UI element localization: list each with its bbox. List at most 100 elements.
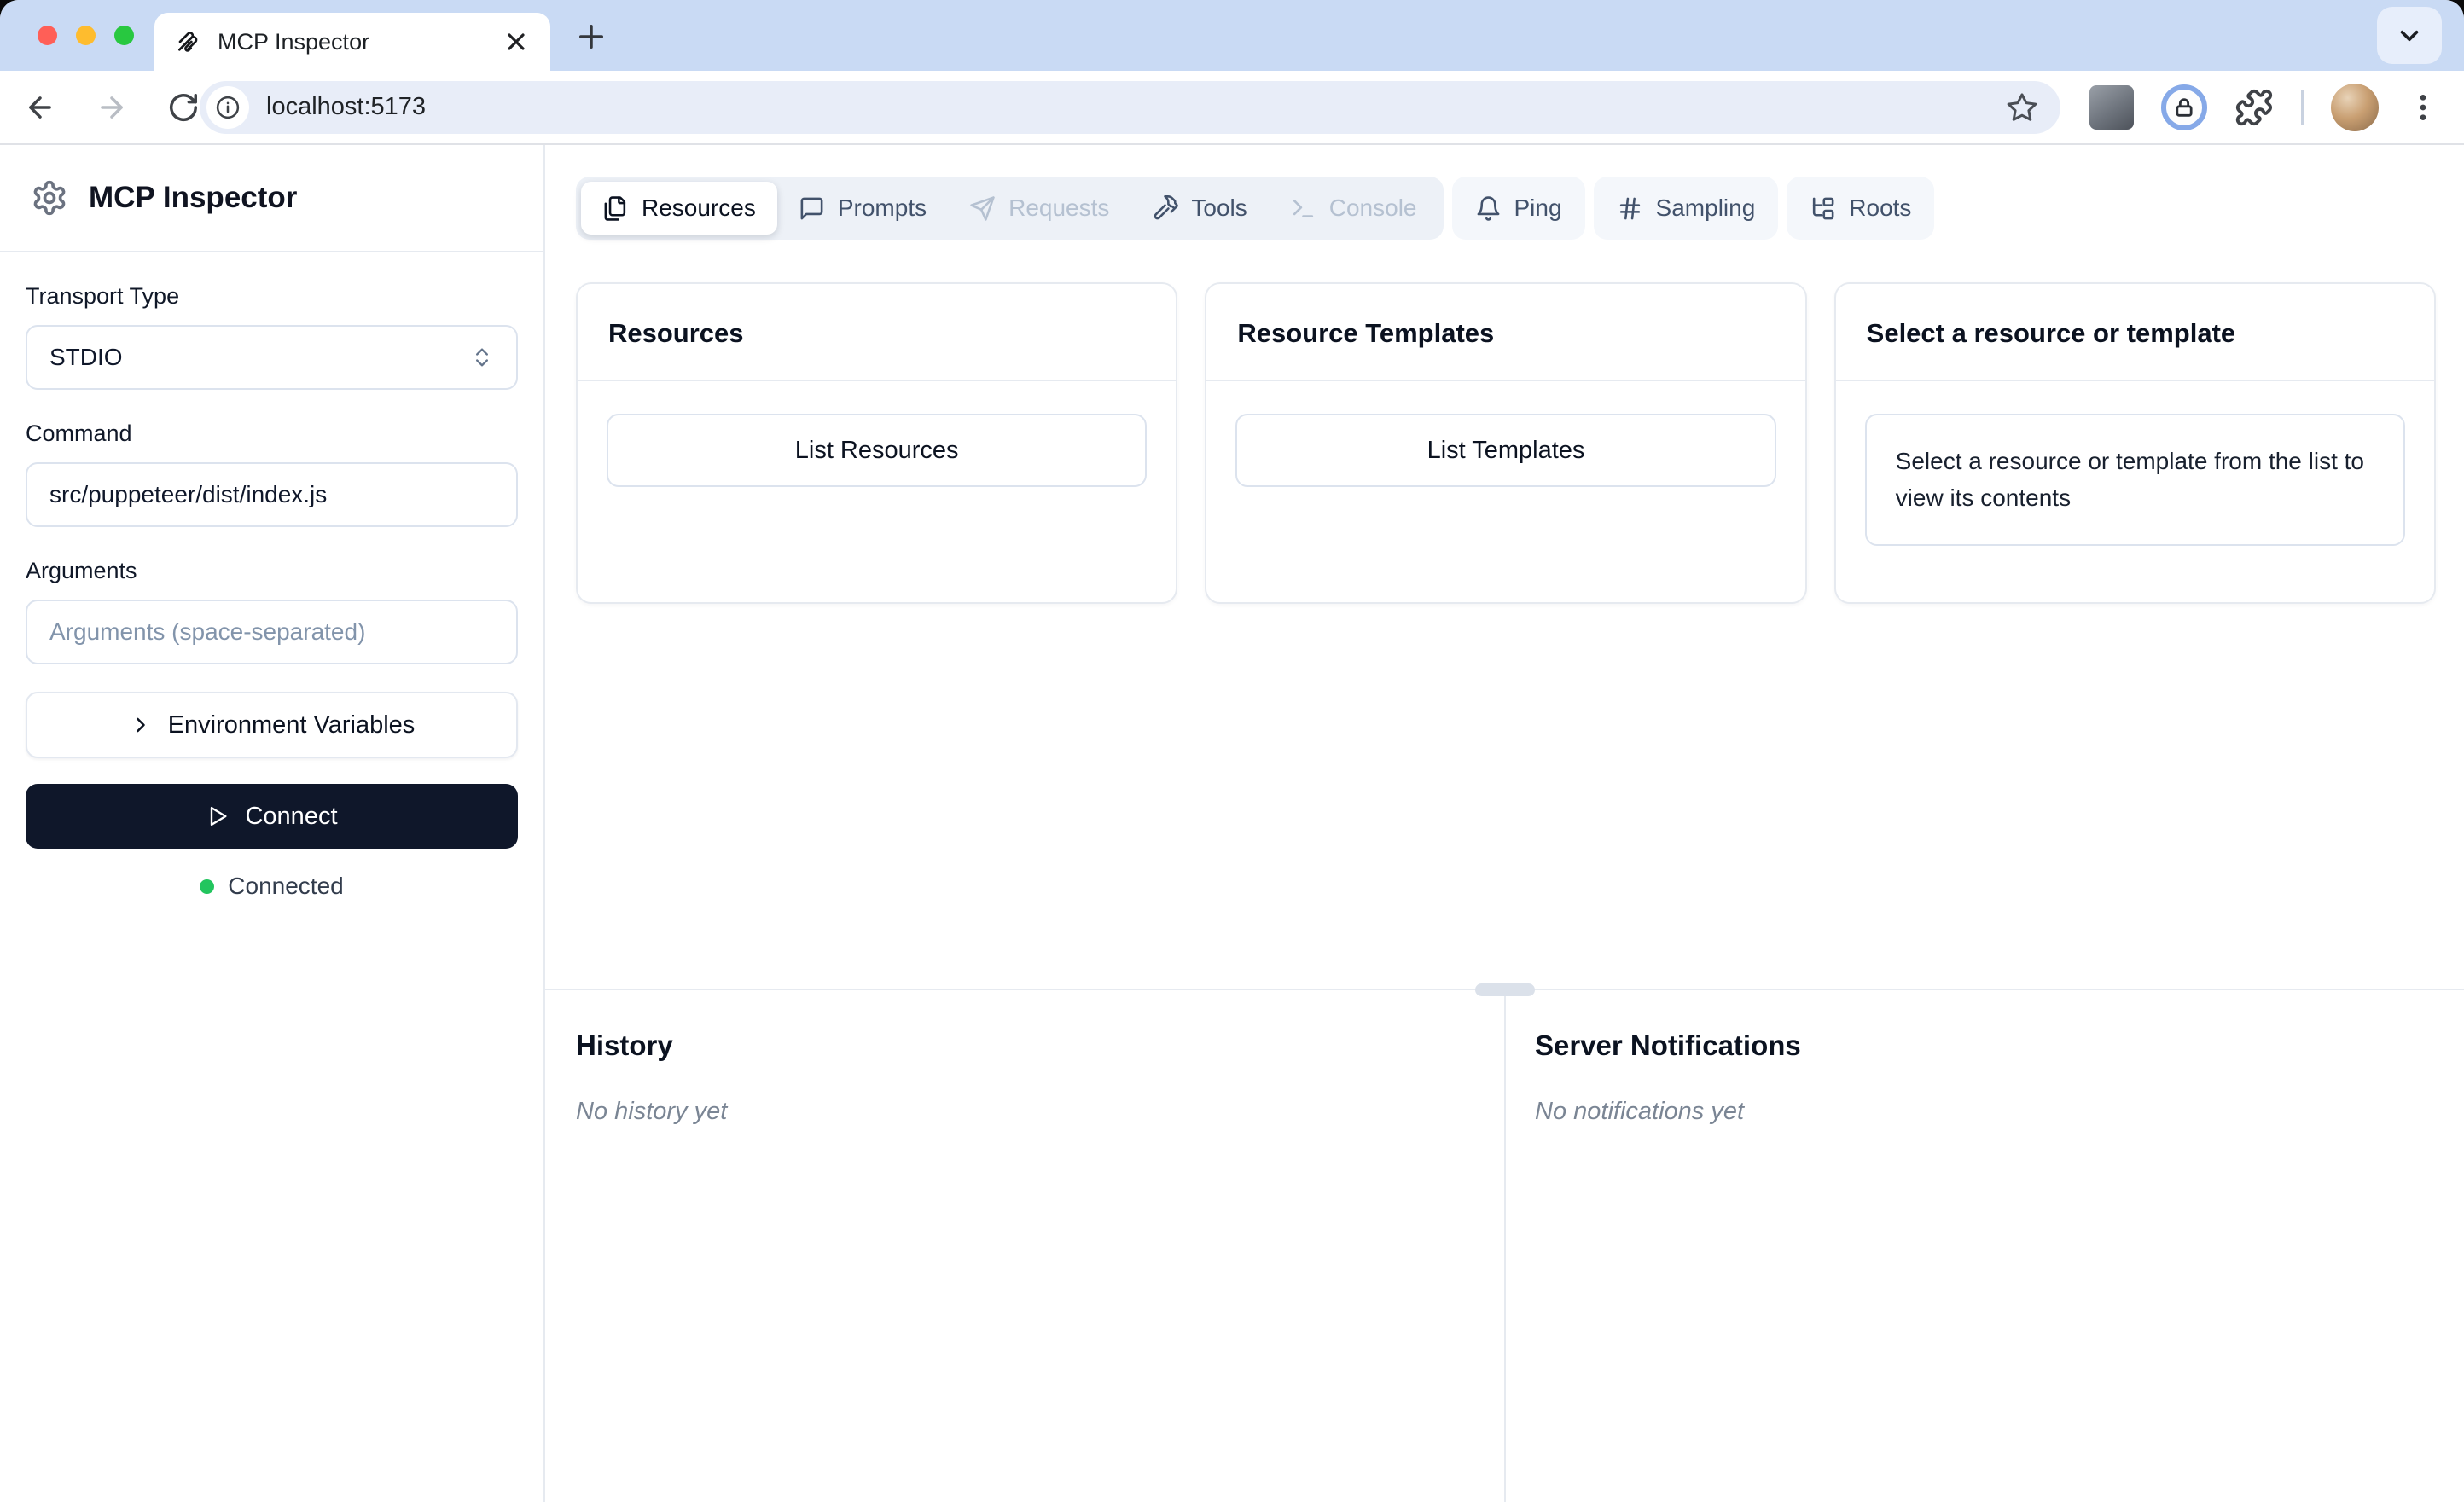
sidebar: MCP Inspector Transport Type STDIO Comma…: [0, 145, 545, 1502]
environment-variables-button[interactable]: Environment Variables: [26, 692, 518, 758]
command-input[interactable]: [26, 462, 518, 527]
status-dot-icon: [200, 879, 215, 894]
notifications-empty-text: No notifications yet: [1535, 1098, 1745, 1125]
toolbar-divider: [2301, 89, 2304, 125]
send-icon: [970, 195, 995, 221]
arguments-label: Arguments: [26, 558, 137, 583]
resource-templates-card-header: Resource Templates: [1206, 284, 1805, 381]
tab-label: Ping: [1514, 194, 1562, 221]
gear-icon: [33, 180, 66, 216]
transport-type-value: STDIO: [49, 344, 123, 370]
chevron-right-icon: [136, 717, 145, 733]
close-window-button[interactable]: [38, 26, 57, 45]
browser-menu-icon[interactable]: [2406, 90, 2440, 125]
browser-window: MCP Inspector localhost:5173 MCP Inspect…: [0, 0, 2464, 1502]
site-info-button[interactable]: [206, 85, 249, 129]
connect-label: Connect: [245, 802, 338, 830]
resource-templates-card-body: List Templates: [1206, 381, 1804, 543]
status-label: Connected: [228, 873, 344, 899]
tab-bar: Resources Prompts Requests Tools Console…: [576, 177, 2436, 240]
forward-icon[interactable]: [96, 91, 128, 124]
bookmark-star-icon[interactable]: [2006, 91, 2038, 124]
hammer-icon: [1154, 194, 1179, 219]
selection-card-title: Select a resource or template: [1866, 318, 2236, 348]
password-manager-icon[interactable]: [2161, 84, 2207, 130]
tab-label: Resources: [642, 194, 756, 221]
chevrons-up-down-icon: [476, 348, 488, 367]
mcp-inspector-app: MCP Inspector Transport Type STDIO Comma…: [0, 145, 2464, 1502]
main-area: Resources Prompts Requests Tools Console…: [545, 145, 2464, 1502]
window-controls: [38, 26, 134, 45]
transport-type-label: Transport Type: [26, 283, 180, 309]
resources-card: Resources List Resources: [576, 282, 1178, 604]
tab-roots[interactable]: Roots: [1787, 177, 1935, 240]
tab-tools[interactable]: Tools: [1130, 182, 1268, 235]
tab-requests[interactable]: Requests: [948, 182, 1130, 235]
connection-status: Connected: [26, 873, 518, 900]
selection-card-header: Select a resource or template: [1835, 284, 2434, 381]
tab-label: Roots: [1849, 194, 1912, 221]
main-top: Resources Prompts Requests Tools Console…: [545, 145, 2464, 989]
play-icon: [211, 806, 227, 826]
resource-templates-card-title: Resource Templates: [1237, 318, 1495, 348]
files-icon: [604, 195, 626, 221]
resources-card-title: Resources: [608, 318, 744, 348]
connect-button[interactable]: Connect: [26, 784, 518, 849]
profile-avatar[interactable]: [2331, 83, 2379, 131]
hash-icon: [1619, 197, 1640, 219]
tab-close-icon[interactable]: [503, 28, 530, 55]
transport-type-select[interactable]: STDIO: [26, 325, 518, 390]
tab-sampling[interactable]: Sampling: [1593, 177, 1779, 240]
cards-row: Resources List Resources Resource Templa…: [576, 282, 2436, 604]
zoom-window-button[interactable]: [114, 26, 134, 45]
browser-toolbar: localhost:5173: [0, 71, 2464, 145]
message-square-icon: [800, 197, 823, 219]
extensions-puzzle-icon[interactable]: [2234, 88, 2274, 127]
tab-resources[interactable]: Resources: [581, 182, 777, 235]
sidebar-header: MCP Inspector: [0, 145, 543, 252]
bell-icon: [1477, 195, 1499, 221]
chevron-down-icon: [2400, 30, 2419, 41]
selection-card-body: Select a resource or template from the l…: [1836, 381, 2434, 602]
notifications-title: Server Notifications: [1535, 1029, 1801, 1061]
info-icon: [216, 96, 240, 119]
notifications-panel: Server Notifications No notifications ye…: [1504, 990, 2464, 1502]
tab-label: Console: [1328, 194, 1417, 221]
resources-card-header: Resources: [578, 284, 1177, 381]
history-panel: History No history yet: [545, 990, 1504, 1502]
tab-label: Sampling: [1655, 194, 1756, 221]
browser-tab[interactable]: MCP Inspector: [154, 13, 550, 71]
url-text[interactable]: localhost:5173: [266, 93, 426, 121]
bottom-panels: History No history yet Server Notificati…: [545, 983, 2464, 1502]
reload-icon[interactable]: [167, 91, 200, 124]
address-bar[interactable]: localhost:5173: [200, 80, 2060, 134]
extensions-area: [2089, 83, 2440, 131]
new-tab-button[interactable]: [573, 19, 609, 55]
app-title: MCP Inspector: [89, 181, 298, 214]
extension-photo-icon[interactable]: [2089, 84, 2134, 130]
back-icon[interactable]: [24, 91, 56, 124]
browser-tab-title: MCP Inspector: [218, 28, 370, 55]
selection-placeholder-box: Select a resource or template from the l…: [1864, 414, 2405, 546]
tab-search-button[interactable]: [2377, 7, 2442, 64]
mcp-favicon-icon: [178, 32, 198, 52]
tab-prompts[interactable]: Prompts: [777, 182, 948, 235]
resources-card-body: List Resources: [578, 381, 1176, 543]
command-label: Command: [26, 420, 132, 446]
history-title: History: [576, 1029, 673, 1061]
arguments-input[interactable]: [26, 600, 518, 664]
terminal-icon: [1293, 199, 1313, 217]
lock-icon: [2176, 97, 2193, 117]
list-resources-button[interactable]: List Resources: [607, 414, 1148, 487]
tab-label: Prompts: [837, 194, 927, 221]
history-empty-text: No history yet: [576, 1098, 728, 1125]
tab-label: Requests: [1008, 194, 1110, 221]
tab-console[interactable]: Console: [1269, 182, 1438, 235]
tab-group: Resources Prompts Requests Tools Console: [576, 177, 1444, 240]
resize-handle[interactable]: [1475, 983, 1535, 996]
browser-tabstrip: MCP Inspector: [0, 0, 2464, 71]
selection-card: Select a resource or template Select a r…: [1833, 282, 2436, 604]
minimize-window-button[interactable]: [76, 26, 96, 45]
tab-ping[interactable]: Ping: [1451, 177, 1585, 240]
list-templates-button[interactable]: List Templates: [1235, 414, 1776, 487]
